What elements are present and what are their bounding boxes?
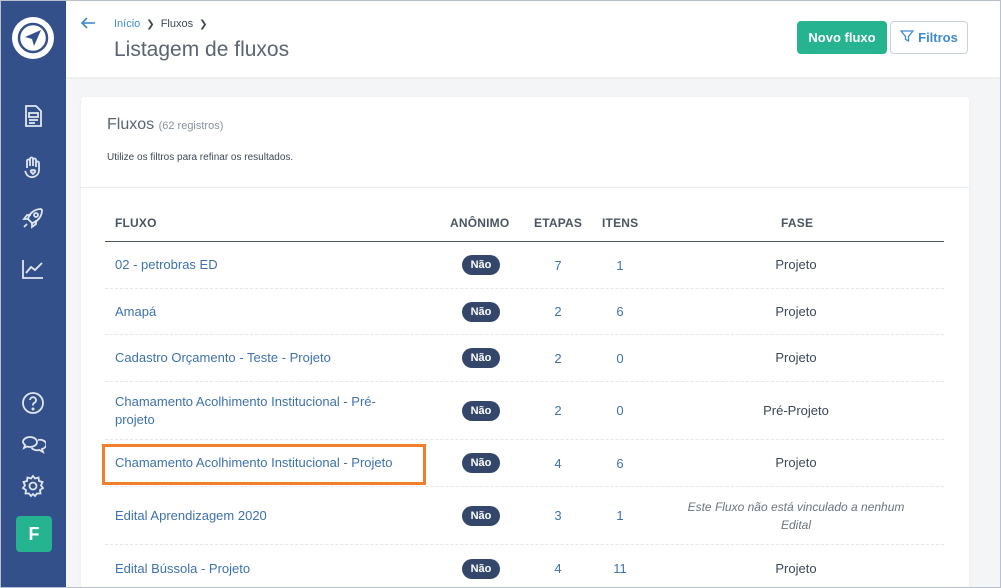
- table-header: FLUXO ANÔNIMO ETAPAS ITENS FASE: [105, 201, 944, 242]
- gear-icon[interactable]: [19, 472, 47, 500]
- table-row: Edital Bússola - Projeto Não 4 11 Projet…: [105, 545, 944, 588]
- anonymous-badge: Não: [461, 558, 501, 579]
- itens-count[interactable]: 1: [591, 242, 649, 288]
- send-logo-icon[interactable]: [12, 17, 54, 59]
- itens-count[interactable]: 1: [591, 487, 649, 544]
- flow-name-link[interactable]: Amapá: [115, 289, 415, 334]
- column-header-fase[interactable]: FASE: [781, 216, 813, 230]
- column-header-fluxo[interactable]: FLUXO: [115, 216, 157, 230]
- column-header-etapas[interactable]: ETAPAS: [534, 216, 582, 230]
- rocket-icon[interactable]: [19, 204, 47, 232]
- anonymous-badge: Não: [461, 400, 501, 421]
- flow-name-link[interactable]: Edital Bússola - Projeto: [115, 545, 415, 588]
- user-avatar[interactable]: F: [16, 516, 52, 552]
- page-title: Listagem de fluxos: [114, 38, 290, 61]
- itens-count[interactable]: 6: [591, 289, 649, 334]
- filters-button[interactable]: Filtros: [890, 21, 968, 54]
- chevron-right-icon: ❯: [146, 18, 155, 30]
- anonymous-badge: Não: [461, 348, 501, 368]
- etapas-count[interactable]: 2: [528, 289, 588, 334]
- itens-count[interactable]: 0: [591, 335, 649, 381]
- column-header-anonimo[interactable]: ANÔNIMO: [450, 216, 509, 230]
- breadcrumb-home-link[interactable]: Início: [114, 18, 140, 30]
- flow-name-link[interactable]: Edital Aprendizagem 2020: [115, 487, 415, 544]
- breadcrumb: Início ❯ Fluxos ❯: [114, 18, 207, 30]
- chart-line-icon[interactable]: [19, 255, 47, 283]
- document-icon[interactable]: [19, 102, 47, 130]
- filter-icon: [899, 29, 915, 46]
- flow-name-link[interactable]: 02 - petrobras ED: [115, 242, 415, 288]
- back-arrow-icon[interactable]: [80, 14, 96, 32]
- new-flow-button[interactable]: Novo fluxo: [797, 21, 887, 54]
- anonymous-badge: Não: [461, 255, 501, 275]
- chevron-right-icon: ❯: [199, 18, 208, 30]
- help-icon[interactable]: [19, 389, 47, 417]
- etapas-count[interactable]: 4: [528, 545, 588, 588]
- sidebar: F: [0, 0, 66, 588]
- page-header: Início ❯ Fluxos ❯ Listagem de fluxos Nov…: [66, 0, 1001, 77]
- table-row: Amapá Não 2 6 Projeto: [105, 289, 944, 335]
- anonymous-badge: Não: [461, 453, 501, 473]
- fase-value: Pré-Projeto: [763, 402, 829, 418]
- filters-button-label: Filtros: [918, 30, 958, 45]
- fase-value: Projeto: [775, 350, 817, 365]
- etapas-count[interactable]: 7: [528, 242, 588, 288]
- flow-name-link[interactable]: Chamamento Acolhimento Institucional - P…: [115, 382, 405, 439]
- table-row: Edital Aprendizagem 2020 Não 3 1 Este Fl…: [105, 487, 944, 545]
- itens-count[interactable]: 6: [591, 440, 649, 486]
- fase-value: Projeto: [775, 455, 817, 470]
- card-subtitle: Utilize os filtros para refinar os resul…: [107, 152, 294, 163]
- breadcrumb-current: Fluxos: [160, 18, 194, 30]
- flows-table: FLUXO ANÔNIMO ETAPAS ITENS FASE 02 - pet…: [105, 201, 944, 588]
- etapas-count[interactable]: 4: [528, 440, 588, 486]
- hand-heart-icon[interactable]: [19, 153, 47, 181]
- fase-value: Projeto: [775, 303, 817, 319]
- chat-icon[interactable]: [19, 430, 47, 458]
- anonymous-badge: Não: [461, 301, 501, 322]
- anonymous-badge: Não: [461, 505, 501, 526]
- etapas-count[interactable]: 2: [528, 382, 588, 439]
- card-title-text: Fluxos: [107, 116, 155, 133]
- flow-name-link[interactable]: Cadastro Orçamento - Teste - Projeto: [115, 335, 415, 381]
- divider: [81, 187, 969, 188]
- table-row: Cadastro Orçamento - Teste - Projeto Não…: [105, 335, 944, 382]
- flows-card: Fluxos (62 registros) Utilize os filtros…: [81, 97, 969, 588]
- fase-value: Projeto: [775, 560, 817, 576]
- column-header-itens[interactable]: ITENS: [602, 216, 638, 230]
- fase-value: Projeto: [775, 257, 817, 272]
- table-row: 02 - petrobras ED Não 7 1 Projeto: [105, 242, 944, 289]
- highlight-box: [102, 444, 426, 485]
- card-title: Fluxos (62 registros): [107, 116, 223, 134]
- etapas-count[interactable]: 3: [528, 487, 588, 544]
- itens-count[interactable]: 11: [591, 545, 649, 588]
- fase-note: Este Fluxo não está vinculado a nenhum E…: [687, 499, 905, 532]
- record-count: (62 registros): [158, 120, 224, 132]
- itens-count[interactable]: 0: [591, 382, 649, 439]
- table-row: Chamamento Acolhimento Institucional - P…: [105, 382, 944, 440]
- etapas-count[interactable]: 2: [528, 335, 588, 381]
